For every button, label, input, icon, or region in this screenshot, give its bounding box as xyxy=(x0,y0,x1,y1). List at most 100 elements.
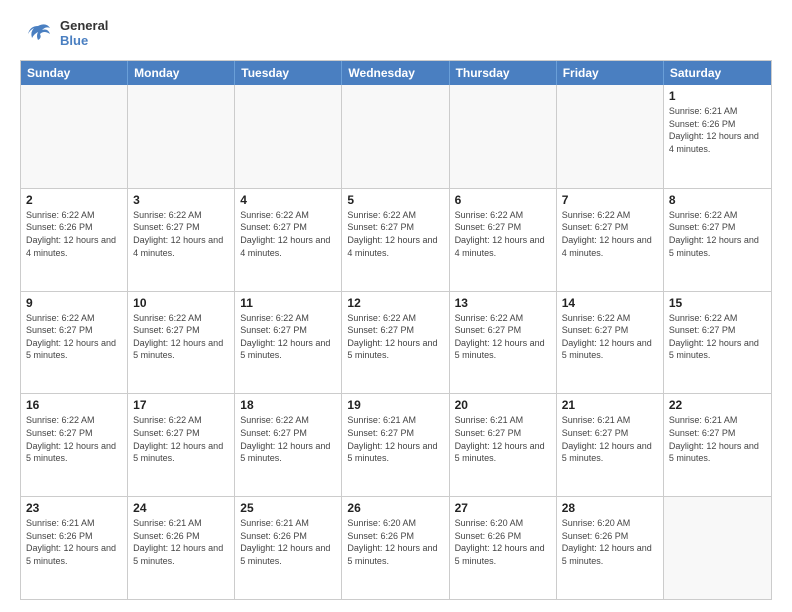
day-info: Sunrise: 6:21 AM Sunset: 6:26 PM Dayligh… xyxy=(133,517,229,567)
day-info: Sunrise: 6:22 AM Sunset: 6:27 PM Dayligh… xyxy=(669,312,766,362)
header-cell-sunday: Sunday xyxy=(21,61,128,85)
day-info: Sunrise: 6:21 AM Sunset: 6:27 PM Dayligh… xyxy=(347,414,443,464)
day-info: Sunrise: 6:22 AM Sunset: 6:27 PM Dayligh… xyxy=(455,312,551,362)
day-number: 16 xyxy=(26,398,122,412)
day-number: 12 xyxy=(347,296,443,310)
day-number: 7 xyxy=(562,193,658,207)
day-info: Sunrise: 6:21 AM Sunset: 6:27 PM Dayligh… xyxy=(669,414,766,464)
day-info: Sunrise: 6:22 AM Sunset: 6:26 PM Dayligh… xyxy=(26,209,122,259)
header-cell-wednesday: Wednesday xyxy=(342,61,449,85)
calendar-cell: 4 Sunrise: 6:22 AM Sunset: 6:27 PM Daylig… xyxy=(235,189,342,291)
day-number: 25 xyxy=(240,501,336,515)
calendar-body: 1 Sunrise: 6:21 AM Sunset: 6:26 PM Daylig… xyxy=(21,85,771,599)
day-info: Sunrise: 6:22 AM Sunset: 6:27 PM Dayligh… xyxy=(562,312,658,362)
day-number: 28 xyxy=(562,501,658,515)
calendar-cell: 24Sunrise: 6:21 AM Sunset: 6:26 PM Dayli… xyxy=(128,497,235,599)
calendar: SundayMondayTuesdayWednesdayThursdayFrid… xyxy=(20,60,772,600)
calendar-week-3: 9 Sunrise: 6:22 AM Sunset: 6:27 PM Daylig… xyxy=(21,291,771,394)
calendar-header-row: SundayMondayTuesdayWednesdayThursdayFrid… xyxy=(21,61,771,85)
day-info: Sunrise: 6:22 AM Sunset: 6:27 PM Dayligh… xyxy=(26,414,122,464)
calendar-cell: 28Sunrise: 6:20 AM Sunset: 6:26 PM Dayli… xyxy=(557,497,664,599)
calendar-cell xyxy=(128,85,235,188)
day-info: Sunrise: 6:22 AM Sunset: 6:27 PM Dayligh… xyxy=(455,209,551,259)
calendar-cell: 5 Sunrise: 6:22 AM Sunset: 6:27 PM Daylig… xyxy=(342,189,449,291)
day-info: Sunrise: 6:22 AM Sunset: 6:27 PM Dayligh… xyxy=(240,312,336,362)
day-info: Sunrise: 6:21 AM Sunset: 6:27 PM Dayligh… xyxy=(562,414,658,464)
day-number: 10 xyxy=(133,296,229,310)
day-number: 13 xyxy=(455,296,551,310)
calendar-cell: 21Sunrise: 6:21 AM Sunset: 6:27 PM Dayli… xyxy=(557,394,664,496)
day-info: Sunrise: 6:22 AM Sunset: 6:27 PM Dayligh… xyxy=(347,209,443,259)
calendar-cell: 11 Sunrise: 6:22 AM Sunset: 6:27 PM Dayli… xyxy=(235,292,342,394)
day-info: Sunrise: 6:22 AM Sunset: 6:27 PM Dayligh… xyxy=(26,312,122,362)
page: General Blue SundayMondayTuesdayWednesda… xyxy=(0,0,792,612)
calendar-cell xyxy=(450,85,557,188)
day-info: Sunrise: 6:20 AM Sunset: 6:26 PM Dayligh… xyxy=(455,517,551,567)
header-cell-saturday: Saturday xyxy=(664,61,771,85)
calendar-week-2: 2 Sunrise: 6:22 AM Sunset: 6:26 PM Daylig… xyxy=(21,188,771,291)
calendar-cell: 15 Sunrise: 6:22 AM Sunset: 6:27 PM Dayli… xyxy=(664,292,771,394)
header-cell-thursday: Thursday xyxy=(450,61,557,85)
calendar-cell: 12Sunrise: 6:22 AM Sunset: 6:27 PM Dayli… xyxy=(342,292,449,394)
calendar-cell: 17Sunrise: 6:22 AM Sunset: 6:27 PM Dayli… xyxy=(128,394,235,496)
calendar-cell xyxy=(235,85,342,188)
day-number: 23 xyxy=(26,501,122,515)
calendar-cell xyxy=(342,85,449,188)
calendar-cell: 9 Sunrise: 6:22 AM Sunset: 6:27 PM Daylig… xyxy=(21,292,128,394)
calendar-cell: 16 Sunrise: 6:22 AM Sunset: 6:27 PM Dayli… xyxy=(21,394,128,496)
calendar-cell: 8 Sunrise: 6:22 AM Sunset: 6:27 PM Daylig… xyxy=(664,189,771,291)
day-info: Sunrise: 6:22 AM Sunset: 6:27 PM Dayligh… xyxy=(562,209,658,259)
day-info: Sunrise: 6:22 AM Sunset: 6:27 PM Dayligh… xyxy=(240,209,336,259)
logo-blue: Blue xyxy=(60,34,108,49)
calendar-cell: 20 Sunrise: 6:21 AM Sunset: 6:27 PM Dayli… xyxy=(450,394,557,496)
calendar-cell: 26Sunrise: 6:20 AM Sunset: 6:26 PM Dayli… xyxy=(342,497,449,599)
calendar-cell: 27 Sunrise: 6:20 AM Sunset: 6:26 PM Dayli… xyxy=(450,497,557,599)
day-number: 22 xyxy=(669,398,766,412)
calendar-cell: 10 Sunrise: 6:22 AM Sunset: 6:27 PM Dayli… xyxy=(128,292,235,394)
calendar-cell: 7 Sunrise: 6:22 AM Sunset: 6:27 PM Daylig… xyxy=(557,189,664,291)
day-info: Sunrise: 6:21 AM Sunset: 6:27 PM Dayligh… xyxy=(455,414,551,464)
day-number: 9 xyxy=(26,296,122,310)
day-info: Sunrise: 6:20 AM Sunset: 6:26 PM Dayligh… xyxy=(347,517,443,567)
calendar-cell xyxy=(664,497,771,599)
calendar-week-1: 1 Sunrise: 6:21 AM Sunset: 6:26 PM Daylig… xyxy=(21,85,771,188)
calendar-cell: 19 Sunrise: 6:21 AM Sunset: 6:27 PM Dayli… xyxy=(342,394,449,496)
day-number: 4 xyxy=(240,193,336,207)
header: General Blue xyxy=(20,16,772,52)
day-number: 27 xyxy=(455,501,551,515)
header-cell-monday: Monday xyxy=(128,61,235,85)
day-info: Sunrise: 6:21 AM Sunset: 6:26 PM Dayligh… xyxy=(240,517,336,567)
logo-general: General xyxy=(60,19,108,34)
calendar-cell: 22 Sunrise: 6:21 AM Sunset: 6:27 PM Dayli… xyxy=(664,394,771,496)
logo-bird-icon xyxy=(20,16,56,52)
day-number: 17 xyxy=(133,398,229,412)
calendar-cell: 14 Sunrise: 6:22 AM Sunset: 6:27 PM Dayli… xyxy=(557,292,664,394)
calendar-cell: 6 Sunrise: 6:22 AM Sunset: 6:27 PM Daylig… xyxy=(450,189,557,291)
day-number: 5 xyxy=(347,193,443,207)
day-number: 8 xyxy=(669,193,766,207)
day-number: 15 xyxy=(669,296,766,310)
calendar-week-4: 16 Sunrise: 6:22 AM Sunset: 6:27 PM Dayli… xyxy=(21,393,771,496)
day-number: 18 xyxy=(240,398,336,412)
day-number: 19 xyxy=(347,398,443,412)
day-number: 6 xyxy=(455,193,551,207)
calendar-cell: 1 Sunrise: 6:21 AM Sunset: 6:26 PM Daylig… xyxy=(664,85,771,188)
calendar-cell: 2 Sunrise: 6:22 AM Sunset: 6:26 PM Daylig… xyxy=(21,189,128,291)
calendar-cell xyxy=(557,85,664,188)
day-number: 2 xyxy=(26,193,122,207)
day-info: Sunrise: 6:22 AM Sunset: 6:27 PM Dayligh… xyxy=(240,414,336,464)
day-info: Sunrise: 6:21 AM Sunset: 6:26 PM Dayligh… xyxy=(669,105,766,155)
day-number: 14 xyxy=(562,296,658,310)
day-info: Sunrise: 6:22 AM Sunset: 6:27 PM Dayligh… xyxy=(133,209,229,259)
day-info: Sunrise: 6:21 AM Sunset: 6:26 PM Dayligh… xyxy=(26,517,122,567)
day-number: 3 xyxy=(133,193,229,207)
day-number: 20 xyxy=(455,398,551,412)
header-cell-tuesday: Tuesday xyxy=(235,61,342,85)
day-number: 1 xyxy=(669,89,766,103)
day-info: Sunrise: 6:22 AM Sunset: 6:27 PM Dayligh… xyxy=(133,312,229,362)
calendar-cell: 25 Sunrise: 6:21 AM Sunset: 6:26 PM Dayli… xyxy=(235,497,342,599)
calendar-cell xyxy=(21,85,128,188)
day-info: Sunrise: 6:22 AM Sunset: 6:27 PM Dayligh… xyxy=(669,209,766,259)
calendar-week-5: 23 Sunrise: 6:21 AM Sunset: 6:26 PM Dayli… xyxy=(21,496,771,599)
day-number: 11 xyxy=(240,296,336,310)
